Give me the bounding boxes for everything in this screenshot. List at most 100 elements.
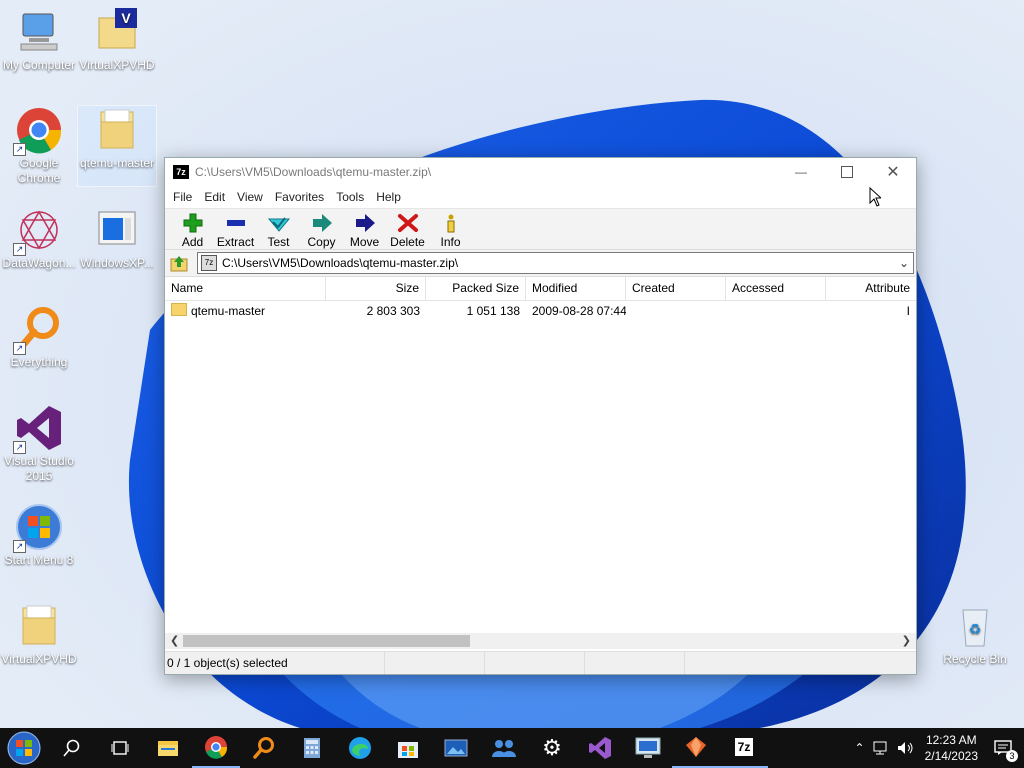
- info-button[interactable]: Info: [429, 209, 472, 249]
- column-header-created[interactable]: Created: [626, 277, 726, 300]
- shortcut-arrow-icon: ↗: [13, 143, 26, 156]
- close-button[interactable]: ✕: [870, 158, 916, 186]
- scrollbar-thumb[interactable]: [183, 635, 470, 647]
- desktop-icon-everything[interactable]: ↗ Everything: [0, 305, 78, 370]
- column-header-accessed[interactable]: Accessed: [726, 277, 826, 300]
- photos-button[interactable]: [432, 728, 480, 768]
- add-button[interactable]: Add: [171, 209, 214, 249]
- menu-favorites[interactable]: Favorites: [269, 190, 330, 204]
- minimize-icon: —: [795, 165, 807, 179]
- desktop-icon-visual-studio[interactable]: ↗ Visual Studio 2015: [0, 404, 78, 484]
- desktop-icon-label: DataWagon...: [2, 256, 76, 270]
- 7zip-taskbar-button[interactable]: 7z: [720, 728, 768, 768]
- scroll-right-icon[interactable]: ❯: [902, 634, 911, 647]
- remote-desktop-button[interactable]: [624, 728, 672, 768]
- visual-studio-icon: [589, 737, 611, 759]
- calculator-button[interactable]: [288, 728, 336, 768]
- sketch-taskbar-button[interactable]: [672, 728, 720, 768]
- sketch-icon: [686, 737, 706, 757]
- remote-desktop-icon: [635, 737, 661, 758]
- desktop-icon-label: VirtualXPVHD: [1, 652, 77, 666]
- desktop-icon-label: Recycle Bin: [943, 652, 1007, 666]
- visual-studio-taskbar-button[interactable]: [576, 728, 624, 768]
- scroll-left-icon[interactable]: ❮: [170, 634, 179, 647]
- list-item[interactable]: qtemu-master 2 803 303 1 051 138 2009-08…: [165, 301, 916, 321]
- search-icon: [63, 739, 80, 757]
- clock-date: 2/14/2023: [924, 749, 978, 763]
- notification-count-badge: 3: [1006, 750, 1018, 762]
- file-name: qtemu-master: [191, 304, 266, 318]
- selection-status: 0 / 1 object(s) selected: [165, 652, 385, 674]
- test-button[interactable]: Test: [257, 209, 300, 249]
- extract-button[interactable]: Extract: [214, 209, 257, 249]
- move-button[interactable]: Move: [343, 209, 386, 249]
- store-button[interactable]: [384, 728, 432, 768]
- shortcut-arrow-icon: ↗: [13, 441, 26, 454]
- copy-button[interactable]: Copy: [300, 209, 343, 249]
- column-header-size[interactable]: Size: [326, 277, 426, 300]
- settings-button[interactable]: ⚙: [528, 728, 576, 768]
- chrome-icon: ↗: [13, 106, 63, 156]
- desktop-icon-recycle-bin[interactable]: ♻ Recycle Bin: [936, 602, 1014, 667]
- 7zip-file-manager-window[interactable]: 7z C:\Users\VM5\Downloads\qtemu-master.z…: [164, 157, 917, 675]
- column-header-name[interactable]: Name: [165, 277, 326, 300]
- title-bar[interactable]: 7z C:\Users\VM5\Downloads\qtemu-master.z…: [165, 158, 916, 186]
- desktop-icon-virtualxpvhd[interactable]: V VirtualXPVHD: [78, 8, 156, 73]
- menu-view[interactable]: View: [231, 190, 269, 204]
- file-name-cell: qtemu-master: [165, 301, 326, 321]
- desktop-icon-my-computer[interactable]: My Computer: [0, 8, 78, 73]
- desktop-icon-windowsxp[interactable]: WindowsXP...: [78, 206, 156, 271]
- everything-taskbar-button[interactable]: [240, 728, 288, 768]
- chevron-up-icon[interactable]: ⌃: [855, 741, 865, 755]
- start-menu-icon: ↗: [13, 503, 63, 553]
- chrome-taskbar-button[interactable]: [192, 728, 240, 768]
- file-explorer-button[interactable]: [144, 728, 192, 768]
- desktop-icon-qtemu-master[interactable]: qtemu-master: [77, 105, 157, 187]
- move-label: Move: [349, 235, 380, 249]
- task-view-icon: [111, 741, 129, 755]
- clock-time: 12:23 AM: [925, 733, 977, 747]
- minimize-button[interactable]: —: [778, 158, 824, 186]
- search-button[interactable]: [48, 728, 96, 768]
- svg-text:♻: ♻: [969, 621, 982, 637]
- column-header-attributes[interactable]: Attribute: [826, 277, 916, 300]
- folder-up-icon[interactable]: [169, 253, 189, 273]
- folder-icon: [93, 106, 141, 154]
- move-icon: [355, 214, 375, 232]
- menu-file[interactable]: File: [167, 190, 198, 204]
- desktop-icon-google-chrome[interactable]: ↗ Google Chrome: [0, 106, 78, 186]
- desktop-icon-label: qtemu-master: [79, 156, 155, 170]
- menu-tools[interactable]: Tools: [330, 190, 370, 204]
- desktop-icon-label: Google Chrome: [17, 156, 61, 185]
- delete-label: Delete: [390, 235, 425, 249]
- window-title: C:\Users\VM5\Downloads\qtemu-master.zip\: [195, 165, 432, 179]
- clock[interactable]: 12:23 AM 2/14/2023: [925, 732, 978, 764]
- address-bar[interactable]: 7z C:\Users\VM5\Downloads\qtemu-master.z…: [197, 252, 914, 274]
- column-header-packed-size[interactable]: Packed Size: [426, 277, 526, 300]
- computer-icon: [15, 8, 63, 56]
- menu-edit[interactable]: Edit: [198, 190, 231, 204]
- volume-icon[interactable]: [897, 741, 915, 755]
- desktop-icon-start-menu-8[interactable]: ↗ Start Menu 8: [0, 503, 78, 568]
- menu-help[interactable]: Help: [370, 190, 407, 204]
- delete-button[interactable]: Delete: [386, 209, 429, 249]
- shortcut-arrow-icon: ↗: [13, 342, 26, 355]
- 7zip-app-icon: 7z: [173, 165, 189, 179]
- desktop-icon-virtualxpvhd-2[interactable]: VirtualXPVHD: [0, 602, 78, 667]
- column-header-modified[interactable]: Modified: [526, 277, 626, 300]
- network-icon[interactable]: [873, 741, 891, 755]
- people-button[interactable]: [480, 728, 528, 768]
- horizontal-scrollbar[interactable]: ❮ ❯: [165, 633, 916, 649]
- chevron-down-icon[interactable]: ⌄: [895, 256, 913, 270]
- desktop-icon-datawagon[interactable]: ↗ DataWagon...: [0, 206, 78, 271]
- store-icon: [398, 742, 418, 758]
- edge-button[interactable]: [336, 728, 384, 768]
- desktop-icon-label: VirtualXPVHD: [79, 58, 155, 72]
- edge-icon: [349, 737, 371, 759]
- task-view-button[interactable]: [96, 728, 144, 768]
- toolbar: Add Extract Test Copy Move Delete Info: [165, 209, 916, 250]
- notification-button[interactable]: 3: [988, 733, 1018, 763]
- maximize-button[interactable]: [824, 158, 870, 186]
- start-button[interactable]: [0, 728, 48, 768]
- photos-icon: [444, 739, 468, 757]
